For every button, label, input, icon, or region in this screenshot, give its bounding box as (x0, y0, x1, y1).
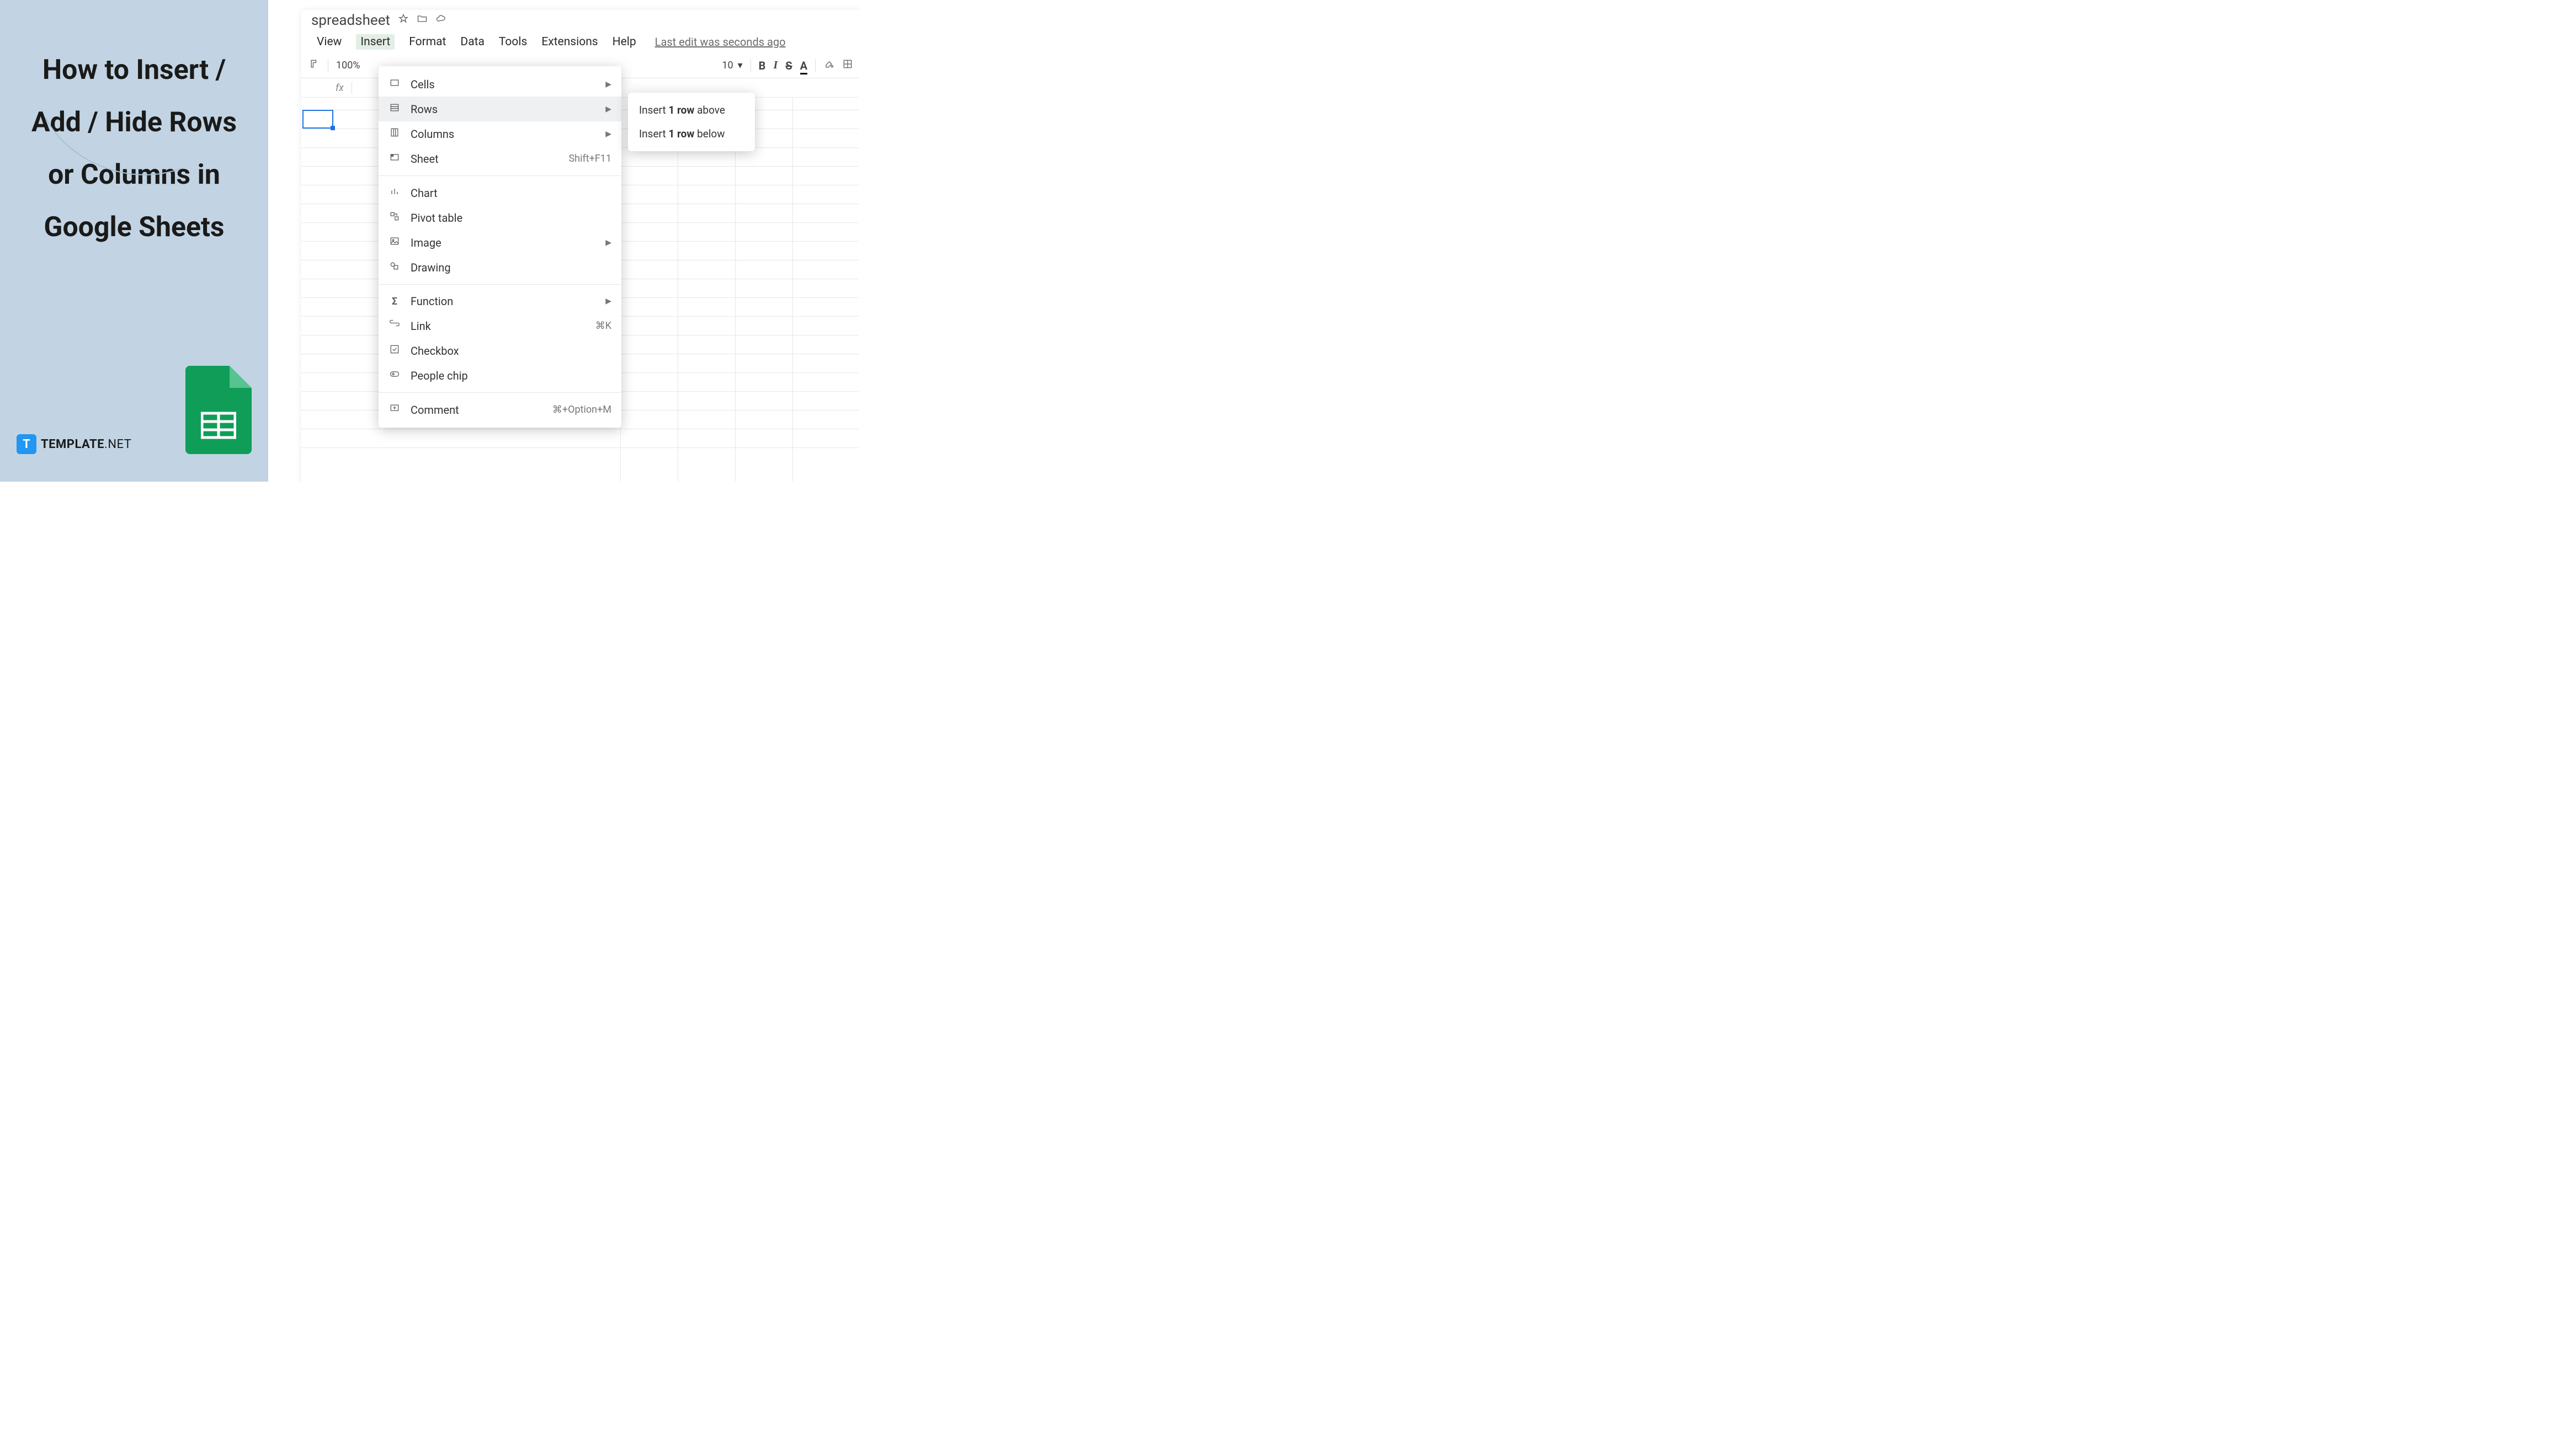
selected-cell[interactable] (302, 110, 333, 129)
link-icon (388, 319, 401, 333)
drawing-icon (388, 260, 401, 274)
columns-icon (388, 127, 401, 141)
divider (815, 59, 816, 72)
rows-submenu: Insert 1 row above Insert 1 row below (628, 93, 755, 151)
insert-link-item[interactable]: Link ⌘K (379, 313, 621, 338)
brand: T TEMPLATE.NET (17, 434, 131, 454)
insert-comment-item[interactable]: Comment ⌘+Option+M (379, 397, 621, 422)
submenu-bold: 1 row (668, 127, 694, 140)
sheet-icon (388, 152, 401, 166)
submenu-arrow-icon: ▶ (605, 105, 611, 114)
font-size-selector[interactable]: 10 ▾ (722, 60, 742, 71)
star-icon[interactable] (398, 13, 409, 28)
menu-format[interactable]: Format (409, 35, 446, 49)
checkbox-icon (388, 344, 401, 358)
menu-item-label: Drawing (411, 261, 611, 274)
insert-pivot-item[interactable]: Pivot table (379, 205, 621, 230)
menu-insert[interactable]: Insert (356, 34, 395, 50)
screenshot-panel: spreadsheet View Insert Format Data Tool… (268, 0, 859, 482)
menu-view[interactable]: View (317, 35, 342, 49)
insert-cells-item[interactable]: Cells ▶ (379, 72, 621, 97)
last-edit-link[interactable]: Last edit was seconds ago (655, 35, 786, 49)
insert-checkbox-item[interactable]: Checkbox (379, 338, 621, 363)
comment-icon (388, 403, 401, 417)
submenu-arrow-icon: ▶ (605, 297, 611, 306)
menu-item-label: Cells (411, 78, 595, 91)
submenu-arrow-icon: ▶ (605, 80, 611, 89)
cloud-status-icon[interactable] (435, 13, 446, 28)
menu-item-label: Pivot table (411, 211, 611, 225)
menu-help[interactable]: Help (613, 35, 636, 49)
insert-image-item[interactable]: Image ▶ (379, 230, 621, 255)
submenu-arrow-icon: ▶ (605, 238, 611, 247)
menu-separator (379, 284, 621, 285)
tutorial-title: How to Insert / Add / Hide Rows or Colum… (17, 44, 252, 254)
google-sheets-window: spreadsheet View Insert Format Data Tool… (301, 10, 859, 482)
insert-sheet-item[interactable]: Sheet Shift+F11 (379, 146, 621, 171)
insert-function-item[interactable]: Σ Function ▶ (379, 289, 621, 313)
menu-item-label: People chip (411, 369, 611, 382)
insert-columns-item[interactable]: Columns ▶ (379, 121, 621, 146)
menu-item-label: Checkbox (411, 344, 611, 358)
chart-icon (388, 186, 401, 200)
insert-drawing-item[interactable]: Drawing (379, 255, 621, 280)
menu-item-label: Chart (411, 186, 611, 200)
menu-separator (379, 392, 621, 393)
insert-people-chip-item[interactable]: People chip (379, 363, 621, 388)
borders-button[interactable] (842, 58, 853, 72)
insert-menu-dropdown: Cells ▶ Rows ▶ Columns ▶ Sheet Shift+F11 (379, 66, 621, 428)
document-title[interactable]: spreadsheet (311, 12, 390, 29)
italic-button[interactable]: I (773, 59, 778, 72)
keyboard-shortcut: ⌘K (595, 320, 611, 332)
image-icon (388, 236, 401, 249)
menu-item-label: Columns (411, 127, 595, 141)
brand-logo-icon: T (17, 434, 36, 454)
cells-icon (388, 77, 401, 91)
menu-extensions[interactable]: Extensions (541, 35, 598, 49)
submenu-arrow-icon: ▶ (605, 130, 611, 138)
submenu-bold: 1 row (668, 104, 694, 116)
paint-format-icon[interactable] (309, 58, 320, 72)
text-color-button[interactable]: A (800, 59, 807, 72)
menu-tools[interactable]: Tools (499, 35, 527, 49)
bold-button[interactable]: B (759, 59, 766, 72)
tutorial-title-panel: How to Insert / Add / Hide Rows or Colum… (0, 0, 268, 482)
fill-color-button[interactable] (823, 58, 834, 72)
submenu-text: Insert (639, 104, 668, 116)
fx-label: fx (336, 82, 344, 94)
keyboard-shortcut: ⌘+Option+M (552, 404, 611, 415)
menu-item-label: Function (411, 295, 595, 308)
menu-item-label: Image (411, 236, 595, 249)
function-icon: Σ (388, 296, 401, 307)
font-size-value: 10 (722, 60, 733, 71)
menu-data[interactable]: Data (460, 35, 485, 49)
menu-item-label: Rows (411, 103, 595, 116)
insert-row-above-item[interactable]: Insert 1 row above (628, 98, 755, 122)
submenu-text: above (694, 104, 725, 116)
title-bar: spreadsheet (301, 10, 859, 30)
brand-suffix: .NET (104, 438, 131, 451)
menu-separator (379, 175, 621, 176)
pivot-icon (388, 211, 401, 225)
submenu-text: Insert (639, 127, 668, 140)
menu-item-label: Link (411, 319, 586, 333)
move-folder-icon[interactable] (417, 13, 428, 28)
rows-icon (388, 102, 401, 116)
strikethrough-button[interactable]: S (785, 59, 792, 72)
google-sheets-icon (185, 366, 252, 454)
menu-item-label: Comment (411, 403, 542, 417)
menu-item-label: Sheet (411, 152, 558, 166)
insert-chart-item[interactable]: Chart (379, 180, 621, 205)
people-icon (388, 369, 401, 382)
brand-name: TEMPLATE (41, 438, 104, 451)
chevron-down-icon: ▾ (738, 60, 743, 71)
insert-row-below-item[interactable]: Insert 1 row below (628, 122, 755, 146)
keyboard-shortcut: Shift+F11 (568, 153, 611, 164)
insert-rows-item[interactable]: Rows ▶ (379, 97, 621, 121)
submenu-text: below (694, 127, 725, 140)
footer-row: T TEMPLATE.NET (17, 366, 252, 460)
zoom-level[interactable]: 100% (336, 60, 360, 71)
brand-text: TEMPLATE.NET (41, 438, 131, 451)
menu-bar: View Insert Format Data Tools Extensions… (301, 30, 859, 55)
